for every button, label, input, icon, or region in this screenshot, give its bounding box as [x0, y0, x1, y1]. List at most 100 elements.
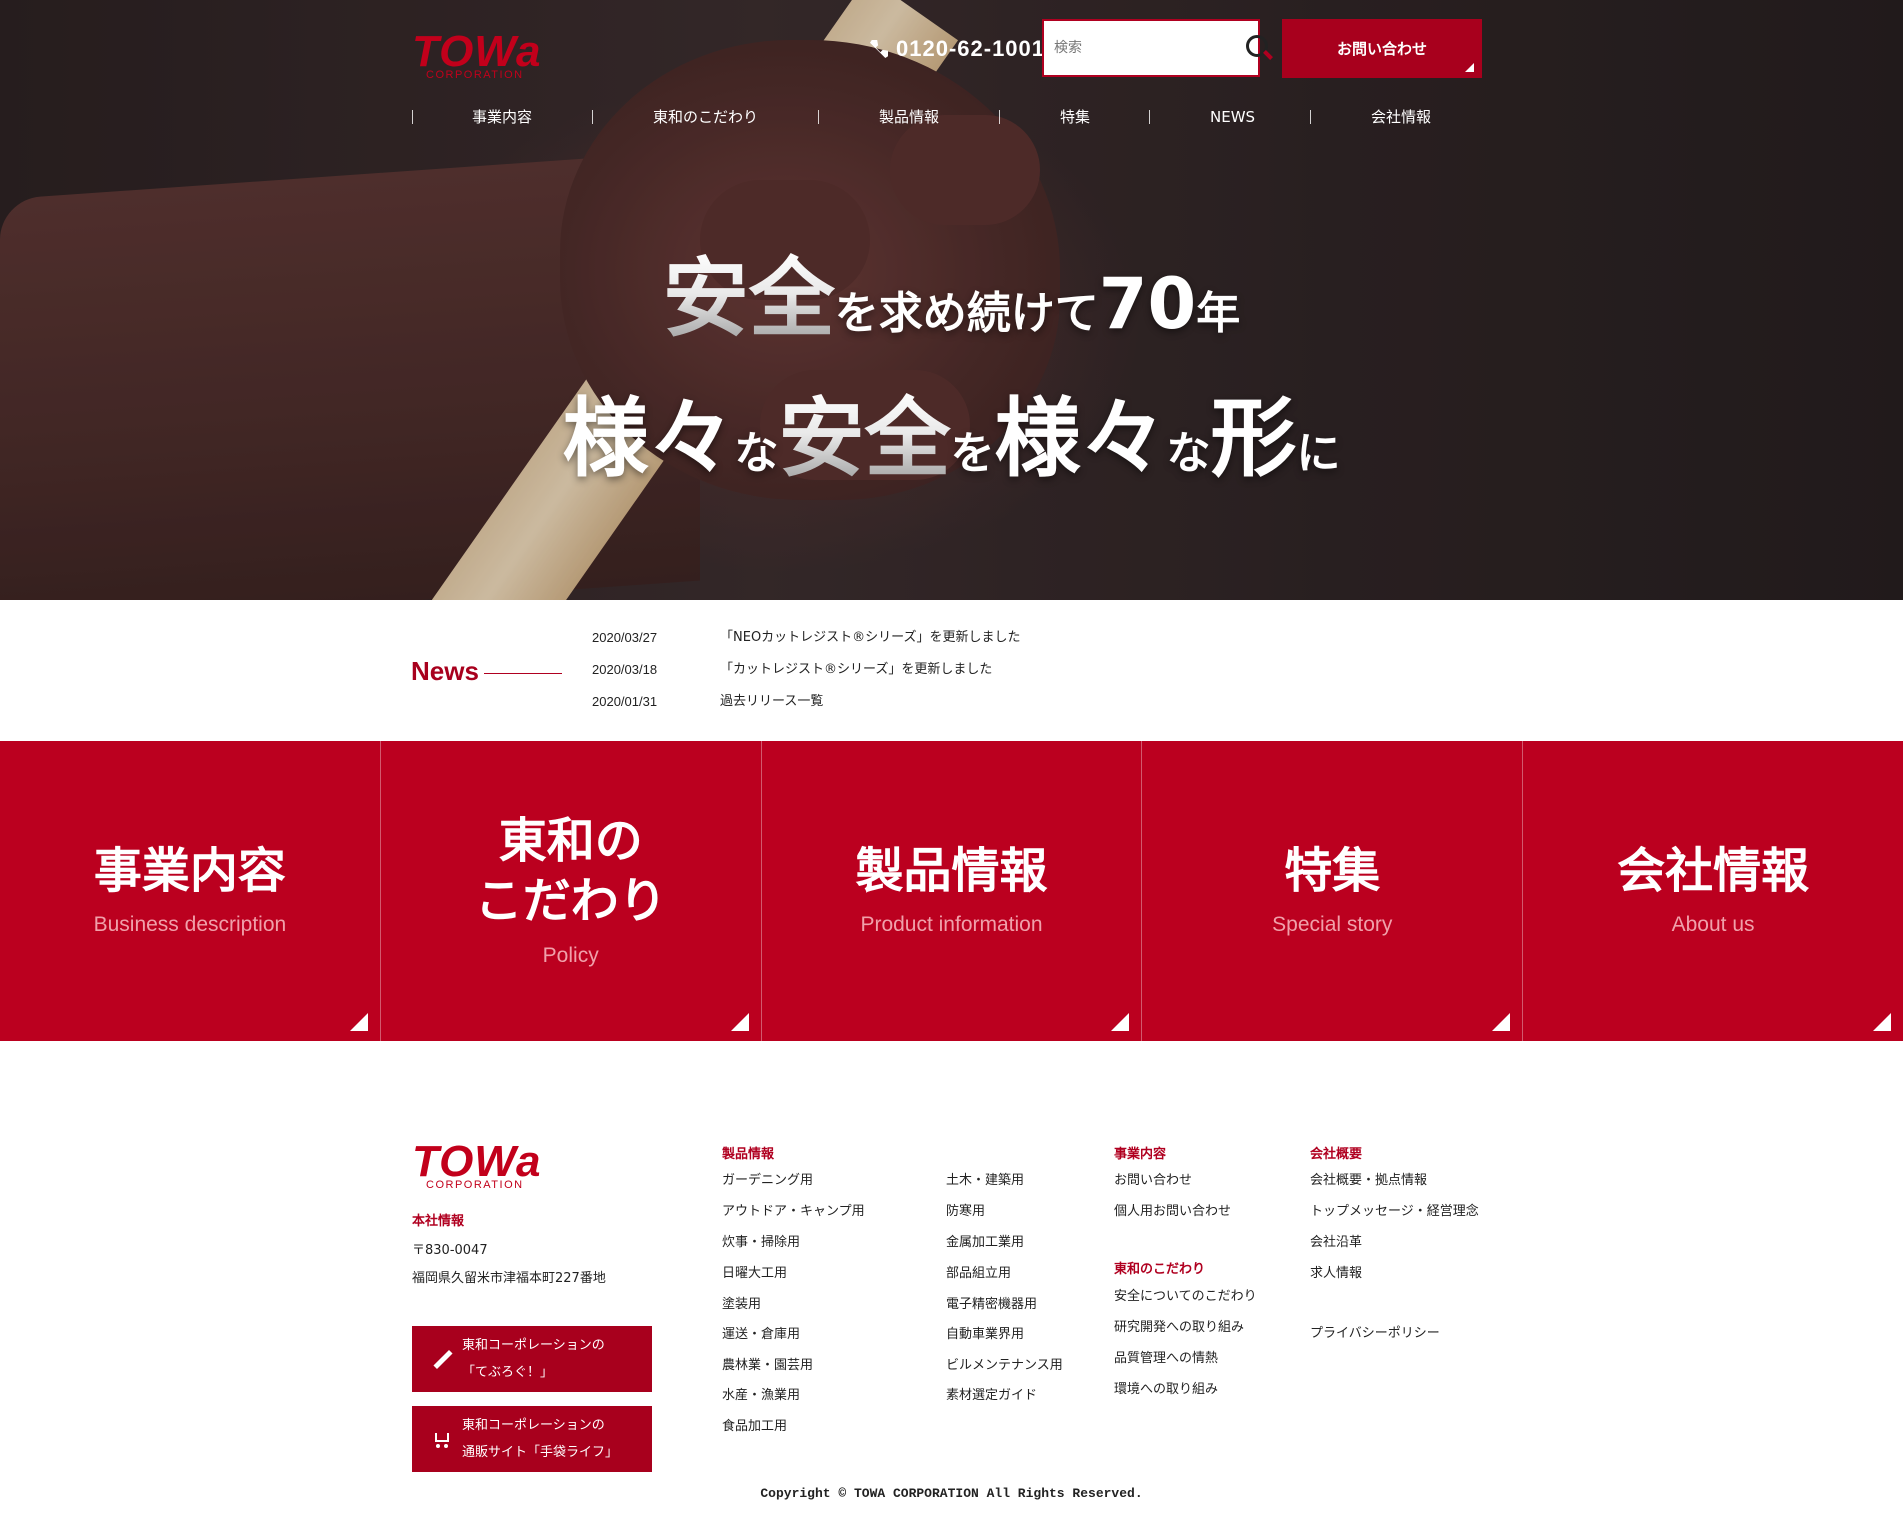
hero-headline-line1: 安全を求め続けて70年 [0, 228, 1903, 353]
shop-button-line1: 東和コーポレーションの [462, 1418, 605, 1433]
hero-text: な [734, 428, 779, 479]
tile-subtitle: Policy [542, 944, 599, 967]
tile-subtitle: About us [1671, 913, 1755, 936]
blog-button[interactable]: 東和コーポレーションの 「てぶろぐ！」 [412, 1326, 652, 1392]
footer-link[interactable]: 環境への取り組み [1114, 1380, 1218, 1400]
hero-text: 安全 [778, 389, 951, 489]
news-date: 2020/03/18 [592, 662, 658, 677]
nav-item-special[interactable]: 特集 [1060, 104, 1090, 130]
contact-button-label: お問い合わせ [1336, 40, 1427, 58]
phone-number-text: 0120-62-1001 [896, 36, 1046, 61]
cart-icon [430, 1428, 452, 1450]
copyright: Copyright © TOWA CORPORATION All Rights … [760, 1486, 1143, 1501]
footer-logo[interactable]: TOWa CORPORATION [412, 1140, 542, 1191]
footer-link[interactable]: 部品組立用 [946, 1264, 1011, 1284]
hero-text: 様々 [994, 389, 1167, 489]
tile-title: 事業内容 [93, 843, 286, 899]
nav-separator [999, 110, 1000, 124]
tile-company[interactable]: 会社情報 About us [1523, 741, 1903, 1041]
footer-link[interactable]: 安全についてのこだわり [1114, 1287, 1257, 1307]
nav-separator [1149, 110, 1150, 124]
footer-link[interactable]: ビルメンテナンス用 [946, 1356, 1063, 1376]
shop-button[interactable]: 東和コーポレーションの 通販サイト「手袋ライフ」 [412, 1406, 652, 1472]
tile-policy[interactable]: 東和の こだわり Policy [380, 741, 762, 1041]
footer-link[interactable]: アウトドア・キャンプ用 [722, 1202, 865, 1222]
phone-number[interactable]: 0120-62-1001 [870, 36, 1045, 62]
footer-link[interactable]: 水産・漁業用 [722, 1386, 800, 1406]
footer-link[interactable]: 運送・倉庫用 [722, 1325, 800, 1345]
privacy-policy-link[interactable]: プライバシーポリシー [1310, 1324, 1440, 1344]
footer-link[interactable]: 会社沿革 [1310, 1233, 1362, 1253]
corner-arrow-icon [1492, 1013, 1511, 1031]
hero-text: を [950, 428, 995, 479]
phone-icon [870, 40, 888, 58]
footer-link[interactable]: ガーデニング用 [722, 1171, 813, 1191]
search-box [1042, 19, 1273, 77]
hq-address: 福岡県久留米市津福本町227番地 [412, 1271, 606, 1286]
tile-business[interactable]: 事業内容 Business description [0, 741, 381, 1041]
hero-text: を求め続けて [834, 288, 1099, 339]
nav-item-products[interactable]: 製品情報 [879, 104, 939, 130]
nav-item-business[interactable]: 事業内容 [472, 104, 532, 130]
footer-link[interactable]: 塗装用 [722, 1295, 761, 1315]
pencil-icon [430, 1348, 453, 1370]
footer-link[interactable]: 求人情報 [1310, 1264, 1362, 1284]
footer-link[interactable]: トップメッセージ・経営理念 [1310, 1202, 1479, 1222]
footer-link[interactable]: 電子精密機器用 [946, 1295, 1037, 1315]
footer-link[interactable]: 研究開発への取り組み [1114, 1318, 1244, 1338]
blog-button-line2: 「てぶろぐ！」 [462, 1365, 554, 1380]
logo-subtitle: CORPORATION [426, 69, 524, 81]
nav-item-policy[interactable]: 東和のこだわり [653, 104, 758, 130]
header-logo[interactable]: TOWa CORPORATION [412, 30, 542, 81]
footer-link[interactable]: 土木・建築用 [946, 1171, 1024, 1191]
footer-link[interactable]: 農林業・園芸用 [722, 1356, 813, 1376]
logo-subtitle: CORPORATION [426, 1179, 524, 1191]
hero-headline-line2: 様々な安全を様々な形に [0, 368, 1903, 493]
news-title[interactable]: 過去リリース一覧 [720, 690, 823, 714]
tile-products[interactable]: 製品情報 Product information [761, 741, 1143, 1041]
news-date: 2020/03/27 [592, 630, 658, 645]
footer-link[interactable]: お問い合わせ [1114, 1171, 1192, 1191]
footer-link[interactable]: 自動車業界用 [946, 1325, 1024, 1345]
tile-title: 会社情報 [1617, 843, 1810, 899]
contact-button[interactable]: お問い合わせ [1282, 19, 1482, 78]
news-divider [484, 673, 562, 674]
tile-special[interactable]: 特集 Special story [1142, 741, 1524, 1041]
tile-title: 特集 [1284, 843, 1381, 899]
corner-arrow-icon [1465, 63, 1474, 72]
hero-text: な [1166, 428, 1211, 479]
hero-text: 形 [1210, 389, 1297, 489]
nav-item-company[interactable]: 会社情報 [1371, 104, 1431, 130]
nav-item-news[interactable]: NEWS [1210, 104, 1255, 130]
hero-text: 年 [1196, 288, 1241, 339]
footer-link[interactable]: 個人用お問い合わせ [1114, 1202, 1231, 1222]
footer-company-label[interactable]: 会社概要 [1310, 1143, 1362, 1162]
tile-subtitle: Business description [93, 913, 287, 936]
hq-postal: 〒830-0047 [412, 1243, 488, 1258]
tile-title: 東和の こだわり [474, 813, 667, 929]
category-tiles: 事業内容 Business description 東和の こだわり Polic… [0, 741, 1903, 1041]
footer-link[interactable]: 金属加工業用 [946, 1233, 1024, 1253]
blog-button-line1: 東和コーポレーションの [462, 1338, 605, 1353]
footer-link[interactable]: 品質管理への情熱 [1114, 1349, 1218, 1369]
nav-separator [818, 110, 819, 124]
footer-link[interactable]: 防寒用 [946, 1202, 985, 1222]
search-icon[interactable] [1238, 28, 1273, 68]
footer-link[interactable]: 日曜大工用 [722, 1264, 787, 1284]
shop-button-line2: 通販サイト「手袋ライフ」 [462, 1445, 619, 1460]
footer-products-label[interactable]: 製品情報 [722, 1143, 774, 1162]
footer-link[interactable]: 炊事・掃除用 [722, 1233, 800, 1253]
footer-business-label[interactable]: 事業内容 [1114, 1143, 1166, 1162]
footer-link[interactable]: 会社概要・拠点情報 [1310, 1171, 1427, 1191]
footer-policy-label[interactable]: 東和のこだわり [1114, 1258, 1205, 1277]
footer-link[interactable]: 食品加工用 [722, 1417, 787, 1437]
corner-arrow-icon [1111, 1013, 1130, 1031]
footer-link[interactable]: 素材選定ガイド [946, 1386, 1037, 1406]
news-title[interactable]: 「カットレジスト®シリーズ」を更新しました [720, 658, 992, 682]
nav-separator [1310, 110, 1311, 124]
hq-label: 本社情報 [412, 1214, 465, 1229]
search-input[interactable] [1044, 21, 1238, 75]
news-title[interactable]: 「NEOカットレジスト®シリーズ」を更新しました [720, 626, 1021, 650]
logo-wordmark: TOWa [412, 1137, 542, 1186]
corner-arrow-icon [1872, 1013, 1891, 1031]
